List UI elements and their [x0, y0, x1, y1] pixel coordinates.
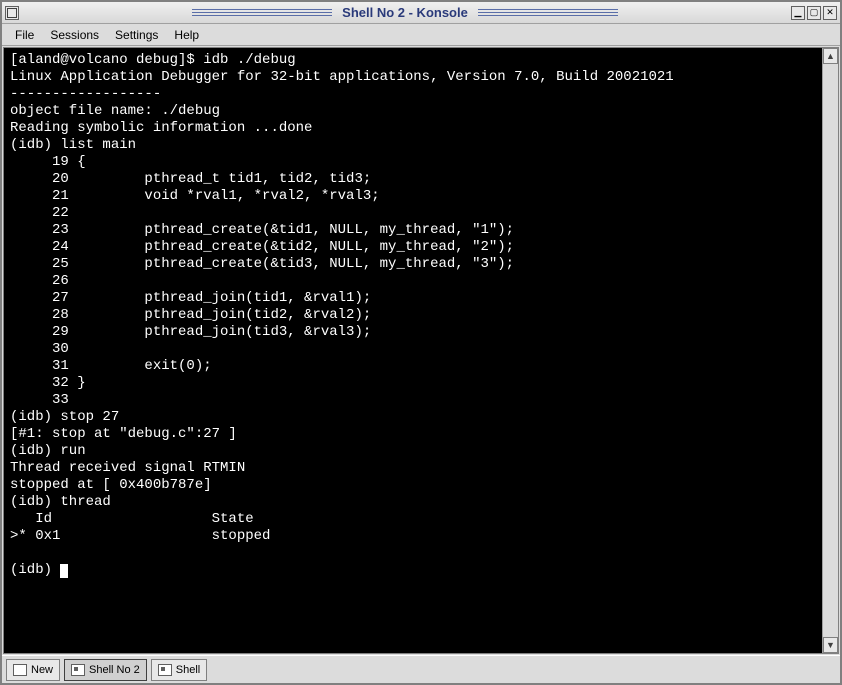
scroll-up-button[interactable]: ▲ [823, 48, 838, 64]
terminal[interactable]: [aland@volcano debug]$ idb ./debug Linux… [4, 48, 822, 653]
menubar: File Sessions Settings Help [2, 24, 840, 46]
menu-settings[interactable]: Settings [108, 26, 165, 44]
titlebar-decor-left [192, 9, 332, 17]
new-tab-label: New [31, 664, 53, 676]
close-button[interactable]: ✕ [823, 6, 837, 20]
terminal-cursor [60, 564, 68, 578]
tab-shell-no-2[interactable]: Shell No 2 [64, 659, 147, 681]
titlebar-right: ▁ ▢ ✕ [791, 6, 840, 20]
scroll-track[interactable] [823, 64, 838, 637]
minimize-button[interactable]: ▁ [791, 6, 805, 20]
scroll-down-button[interactable]: ▼ [823, 637, 838, 653]
statusbar: New Shell No 2 Shell [2, 655, 840, 683]
window-menu-button[interactable] [5, 6, 19, 20]
tab-shell[interactable]: Shell [151, 659, 207, 681]
tab-label-1: Shell [176, 664, 200, 676]
new-tab-button[interactable]: New [6, 659, 60, 681]
menu-sessions[interactable]: Sessions [43, 26, 106, 44]
shell-icon [71, 664, 85, 676]
tab-label-0: Shell No 2 [89, 664, 140, 676]
terminal-wrap: [aland@volcano debug]$ idb ./debug Linux… [3, 47, 839, 654]
window-title: Shell No 2 - Konsole [342, 5, 468, 20]
shell-icon [158, 664, 172, 676]
menu-file[interactable]: File [8, 26, 41, 44]
maximize-button[interactable]: ▢ [807, 6, 821, 20]
titlebar-center: Shell No 2 - Konsole [19, 5, 791, 20]
menu-help[interactable]: Help [167, 26, 206, 44]
scrollbar[interactable]: ▲ ▼ [822, 48, 838, 653]
titlebar-left [2, 6, 19, 20]
titlebar-decor-right [478, 9, 618, 17]
window-root: Shell No 2 - Konsole ▁ ▢ ✕ File Sessions… [0, 0, 842, 685]
titlebar: Shell No 2 - Konsole ▁ ▢ ✕ [2, 2, 840, 24]
new-tab-icon [13, 664, 27, 676]
